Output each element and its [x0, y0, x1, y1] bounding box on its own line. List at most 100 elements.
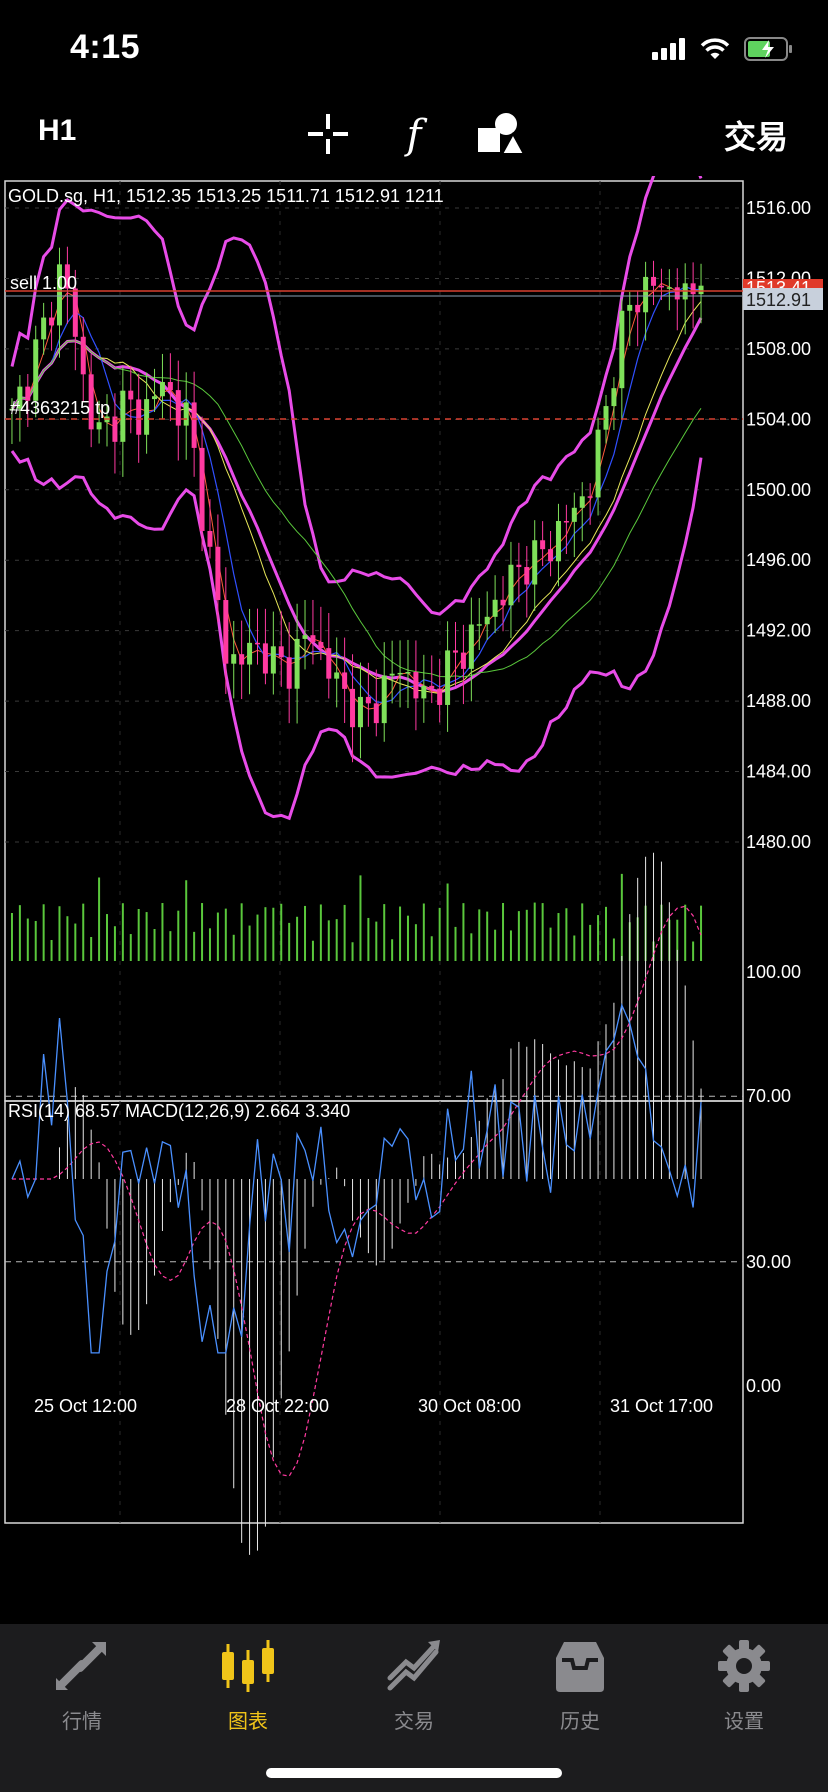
candle-body — [460, 652, 466, 669]
candle-body — [294, 638, 300, 689]
price-chart[interactable]: sell 1.00 #4363215 tp GOLD.sg, H1, 1512.… — [0, 176, 828, 1624]
candle-body — [548, 549, 554, 562]
candle-body — [49, 317, 55, 326]
indicator-info: RSI(14) 68.57 MACD(12,26,9) 2.664 3.340 — [8, 1101, 350, 1121]
objects-icon[interactable] — [476, 110, 524, 158]
indicator-tick-label: 0.00 — [746, 1376, 781, 1396]
candle-body — [563, 521, 569, 523]
price-tick-label: 1488.00 — [746, 691, 811, 711]
candle-body — [587, 496, 593, 498]
candle-body — [350, 688, 356, 728]
candle-body — [405, 672, 411, 674]
function-icon[interactable]: f — [390, 110, 438, 158]
candle-body — [318, 642, 324, 649]
candle-body — [96, 422, 102, 430]
candle-body — [80, 336, 86, 375]
status-bar: 4:15 — [0, 0, 828, 100]
chart-candles-icon — [222, 1640, 274, 1692]
price-tick-label: 1500.00 — [746, 480, 811, 500]
candle-body — [334, 672, 340, 679]
candle-body — [342, 672, 348, 689]
chart-toolbar: H1 f 交易 — [0, 100, 828, 176]
status-time: 4:15 — [70, 28, 141, 66]
candle-body — [429, 685, 435, 689]
candle-body — [666, 287, 672, 289]
tab-chart-label: 图表 — [228, 1711, 268, 1733]
svg-text:f: f — [404, 112, 428, 158]
tab-quotes[interactable]: 行情 — [27, 1638, 137, 1738]
candle-body — [698, 285, 704, 295]
tab-quotes-label: 行情 — [62, 1711, 102, 1733]
candle-body — [524, 567, 530, 585]
symbol-info: GOLD.sg, H1, 1512.35 1513.25 1511.71 151… — [8, 186, 444, 206]
candle-body — [516, 564, 522, 568]
candle-body — [167, 382, 173, 391]
history-inbox-icon — [556, 1642, 604, 1692]
chart-grid — [5, 181, 743, 1523]
volume-bars — [10, 873, 703, 961]
candle-body — [326, 648, 332, 679]
candle-body — [690, 283, 696, 295]
bid-price-label: 1512.91 — [746, 290, 811, 310]
quotes-arrows-icon — [56, 1642, 106, 1690]
candle-body — [532, 540, 538, 585]
candle-body — [508, 564, 514, 606]
tp-line-label: #4363215 tp — [10, 398, 110, 418]
wifi-icon — [700, 38, 730, 59]
settings-gear-icon — [718, 1640, 770, 1692]
candle-body — [302, 635, 308, 639]
candle-body — [262, 643, 268, 674]
candle-body — [207, 530, 213, 547]
time-axis: 25 Oct 12:00 28 Oct 22:00 30 Oct 08:00 31 O… — [34, 1396, 713, 1416]
chart-canvas[interactable]: sell 1.00 #4363215 tp GOLD.sg, H1, 1512.… — [0, 176, 828, 1624]
candle-body — [484, 616, 490, 625]
tab-trade[interactable]: 交易 — [359, 1638, 469, 1738]
candle-body — [373, 703, 379, 724]
candle-body — [310, 635, 316, 643]
main-chart-frame — [4, 180, 744, 1102]
candlesticks — [9, 246, 704, 763]
candle-body — [223, 600, 229, 664]
candle-body — [658, 285, 664, 288]
price-tick-label: 1504.00 — [746, 409, 811, 429]
price-tick-label: 1492.00 — [746, 621, 811, 641]
tab-chart[interactable]: 图表 — [193, 1638, 303, 1738]
candle-body — [603, 406, 609, 430]
indicator-tick-label: 100.00 — [746, 962, 801, 982]
candle-body — [445, 650, 451, 705]
candle-body — [365, 696, 371, 704]
candle-body — [651, 276, 657, 286]
tab-settings[interactable]: 设置 — [689, 1638, 799, 1738]
candle-body — [120, 390, 126, 442]
home-indicator — [266, 1768, 562, 1778]
candle-body — [357, 696, 363, 728]
time-label: 30 Oct 08:00 — [418, 1396, 521, 1416]
candle-body — [191, 402, 197, 448]
candle-body — [674, 287, 680, 300]
time-label: 25 Oct 12:00 — [34, 1396, 137, 1416]
time-label: 28 Oct 22:00 — [226, 1396, 329, 1416]
candle-body — [643, 276, 649, 313]
candle-body — [492, 599, 498, 617]
candle-body — [611, 388, 617, 407]
status-icons — [652, 34, 794, 64]
candle-body — [579, 496, 585, 508]
candle-body — [540, 540, 546, 550]
price-tick-label: 1484.00 — [746, 762, 811, 782]
candle-body — [33, 339, 39, 401]
candle-body — [286, 657, 292, 689]
timeframe-button[interactable]: H1 — [38, 114, 76, 148]
candle-body — [215, 546, 221, 601]
candle-body — [421, 685, 427, 699]
price-tick-label: 1508.00 — [746, 339, 811, 359]
crosshair-icon[interactable] — [304, 110, 352, 158]
candle-body — [199, 447, 205, 531]
price-tick-label: 1480.00 — [746, 832, 811, 852]
trade-button[interactable]: 交易 — [724, 112, 788, 158]
tab-history[interactable]: 历史 — [525, 1638, 635, 1738]
candle-body — [437, 688, 443, 705]
candle-body — [476, 624, 482, 626]
candle-body — [468, 624, 474, 669]
time-label: 31 Oct 17:00 — [610, 1396, 713, 1416]
candle-body — [144, 399, 150, 435]
